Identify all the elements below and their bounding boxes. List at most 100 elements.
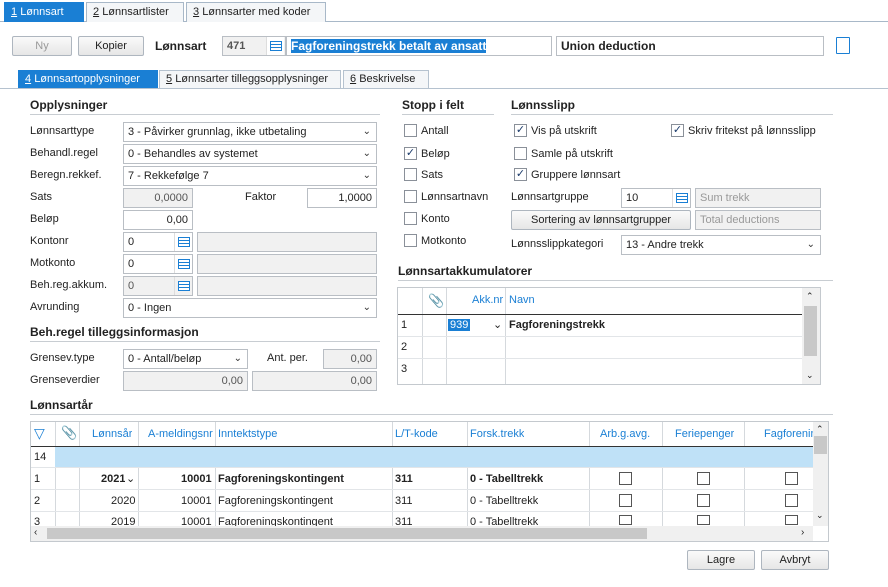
- column-header[interactable]: L/T-kode: [395, 428, 438, 440]
- scrollbar-thumb[interactable]: [804, 306, 817, 356]
- tab-key: 2: [93, 6, 100, 18]
- tab-lonnsart[interactable]: 1 Lønnsart: [4, 2, 84, 22]
- column-header[interactable]: Arb.g.avg.: [600, 428, 650, 440]
- inntekt-cell: Fagforeningskontingent: [218, 473, 344, 485]
- chevron-down-icon[interactable]: ⌄: [493, 318, 502, 331]
- scrollbar-thumb[interactable]: [47, 528, 647, 539]
- avrunding-label: Avrunding: [30, 301, 80, 313]
- scrollbar-thumb[interactable]: [814, 436, 827, 454]
- tab-lonnsarter-med-koder[interactable]: 3 Lønnsarter med koder: [186, 2, 326, 22]
- arbg-checkbox[interactable]: [619, 494, 632, 507]
- gruppere-checkbox[interactable]: ✓: [514, 168, 527, 181]
- vis-pa-utskrift-checkbox[interactable]: ✓: [514, 124, 527, 137]
- cancel-button[interactable]: Avbryt: [761, 550, 829, 570]
- akknr-column-header[interactable]: Akk.nr: [472, 294, 503, 306]
- column-header[interactable]: Forsk.trekk: [470, 428, 524, 440]
- stopp-antall-checkbox[interactable]: [404, 124, 417, 137]
- tab-key: 6: [350, 73, 357, 85]
- note-icon[interactable]: [836, 37, 850, 54]
- feriepenger-checkbox[interactable]: [697, 494, 710, 507]
- lonnsart-english-name-field[interactable]: Union deduction: [556, 36, 824, 56]
- tillegg-header: Beh.regel tilleggsinformasjon: [30, 325, 199, 339]
- year-cell[interactable]: 2021: [101, 473, 125, 485]
- filter-icon[interactable]: ▽: [34, 425, 45, 442]
- list-icon[interactable]: [174, 277, 192, 295]
- new-button[interactable]: Ny: [12, 36, 72, 56]
- grenseverdi-1-field[interactable]: 0,00: [123, 371, 248, 391]
- lonnsarttype-select[interactable]: 3 - Påvirker grunnlag, ikke utbetaling ⌄: [123, 122, 377, 142]
- lonnsart-name-field[interactable]: Fagforeningstrekk betalt av ansatt: [286, 36, 552, 56]
- stopp-motkonto-checkbox[interactable]: [404, 234, 417, 247]
- belop-label: Beløp: [30, 213, 59, 225]
- ameld-cell: 10001: [181, 473, 212, 485]
- lonnsarttype-label: Lønnsarttype: [30, 125, 95, 137]
- chevron-down-icon: ⌄: [362, 126, 371, 137]
- akkumulatorer-grid[interactable]: 📎 Akk.nr Navn 1 939 ⌄ Fagforeningstrekk …: [397, 287, 821, 385]
- stopp-label: Lønnsartnavn: [421, 191, 489, 203]
- column-header[interactable]: Fagforenin: [764, 428, 814, 440]
- tab-lonnsarter-tilleggsopplysninger[interactable]: 5 Lønnsarter tilleggsopplysninger: [159, 70, 341, 88]
- column-header[interactable]: Inntektstype: [218, 428, 277, 440]
- navn-column-header[interactable]: Navn: [509, 294, 535, 306]
- stopp-belop-checkbox[interactable]: ✓: [404, 147, 417, 160]
- lonnsar-grid[interactable]: ▽ 📎 Lønnsår A-meldingsnr Inntektstype L/…: [30, 421, 829, 542]
- sats-field[interactable]: 0,0000: [123, 188, 193, 208]
- samle-label: Samle på utskrift: [531, 148, 613, 160]
- samle-checkbox[interactable]: [514, 147, 527, 160]
- copy-button[interactable]: Kopier: [78, 36, 144, 56]
- chevron-down-icon[interactable]: ⌄: [806, 370, 814, 381]
- sortering-button[interactable]: Sortering av lønnsartgrupper: [511, 210, 691, 230]
- filter-row[interactable]: [55, 447, 813, 467]
- grenseverdi-2-field[interactable]: 0,00: [252, 371, 377, 391]
- vertical-scrollbar[interactable]: ⌃ ⌄: [813, 422, 828, 526]
- behandl-select[interactable]: 0 - Behandles av systemet ⌄: [123, 144, 377, 164]
- chevron-down-icon[interactable]: ⌄: [816, 510, 824, 521]
- row-number: 1: [34, 473, 41, 485]
- column-header[interactable]: A-meldingsnr: [148, 428, 213, 440]
- grensev-type-select[interactable]: 0 - Antall/beløp ⌄: [123, 349, 248, 369]
- faktor-field[interactable]: 1,0000: [307, 188, 377, 208]
- save-button[interactable]: Lagre: [687, 550, 755, 570]
- fagforening-checkbox[interactable]: [785, 515, 798, 525]
- beregn-select[interactable]: 7 - Rekkefølge 7 ⌄: [123, 166, 377, 186]
- ant-per-field[interactable]: 0,00: [323, 349, 377, 369]
- row-count: 14: [34, 451, 47, 463]
- arbg-checkbox[interactable]: [619, 515, 632, 525]
- list-icon[interactable]: [174, 255, 192, 273]
- scrollbar[interactable]: ⌃ ⌄: [802, 288, 820, 384]
- chevron-up-icon[interactable]: ⌃: [816, 424, 824, 435]
- akknr-cell[interactable]: 939: [448, 319, 471, 331]
- chevron-down-icon: ⌄: [806, 239, 815, 250]
- list-icon[interactable]: [266, 37, 284, 55]
- list-icon[interactable]: [672, 189, 690, 207]
- tab-lonnsartopplysninger[interactable]: 4 Lønnsartopplysninger: [18, 70, 158, 88]
- tab-beskrivelse[interactable]: 6 Beskrivelse: [343, 70, 429, 88]
- belop-field[interactable]: 0,00: [123, 210, 193, 230]
- feriepenger-checkbox[interactable]: [697, 515, 710, 525]
- select-value: 0 - Antall/beløp: [128, 353, 202, 365]
- avrunding-select[interactable]: 0 - Ingen ⌄: [123, 298, 377, 318]
- chevron-left-icon[interactable]: ‹: [34, 527, 37, 538]
- arbg-checkbox[interactable]: [619, 472, 632, 485]
- kategori-label: Lønnsslippkategori: [511, 238, 604, 250]
- fagforening-checkbox[interactable]: [785, 494, 798, 507]
- list-icon[interactable]: [174, 233, 192, 251]
- stopp-lonnsartnavn-checkbox[interactable]: [404, 190, 417, 203]
- fagforening-checkbox[interactable]: [785, 472, 798, 485]
- behreg-name-field: [197, 276, 377, 296]
- feriepenger-checkbox[interactable]: [697, 472, 710, 485]
- chevron-up-icon[interactable]: ⌃: [806, 291, 814, 302]
- skriv-fritekst-checkbox[interactable]: ✓: [671, 124, 684, 137]
- kategori-select[interactable]: 13 - Andre trekk ⌄: [621, 235, 821, 255]
- chevron-down-icon[interactable]: ⌄: [126, 472, 135, 485]
- stopp-konto-checkbox[interactable]: [404, 212, 417, 225]
- year-cell[interactable]: 2020: [111, 495, 135, 507]
- opplysninger-header: Opplysninger: [30, 98, 108, 112]
- column-header[interactable]: Lønnsår: [92, 428, 132, 440]
- stopp-sats-checkbox[interactable]: [404, 168, 417, 181]
- kontonr-label: Kontonr: [30, 235, 69, 247]
- chevron-right-icon[interactable]: ›: [801, 527, 804, 538]
- column-header[interactable]: Feriepenger: [675, 428, 734, 440]
- horizontal-scrollbar[interactable]: ‹ ›: [31, 526, 813, 541]
- tab-lonnsartlister[interactable]: 2 Lønnsartlister: [86, 2, 184, 22]
